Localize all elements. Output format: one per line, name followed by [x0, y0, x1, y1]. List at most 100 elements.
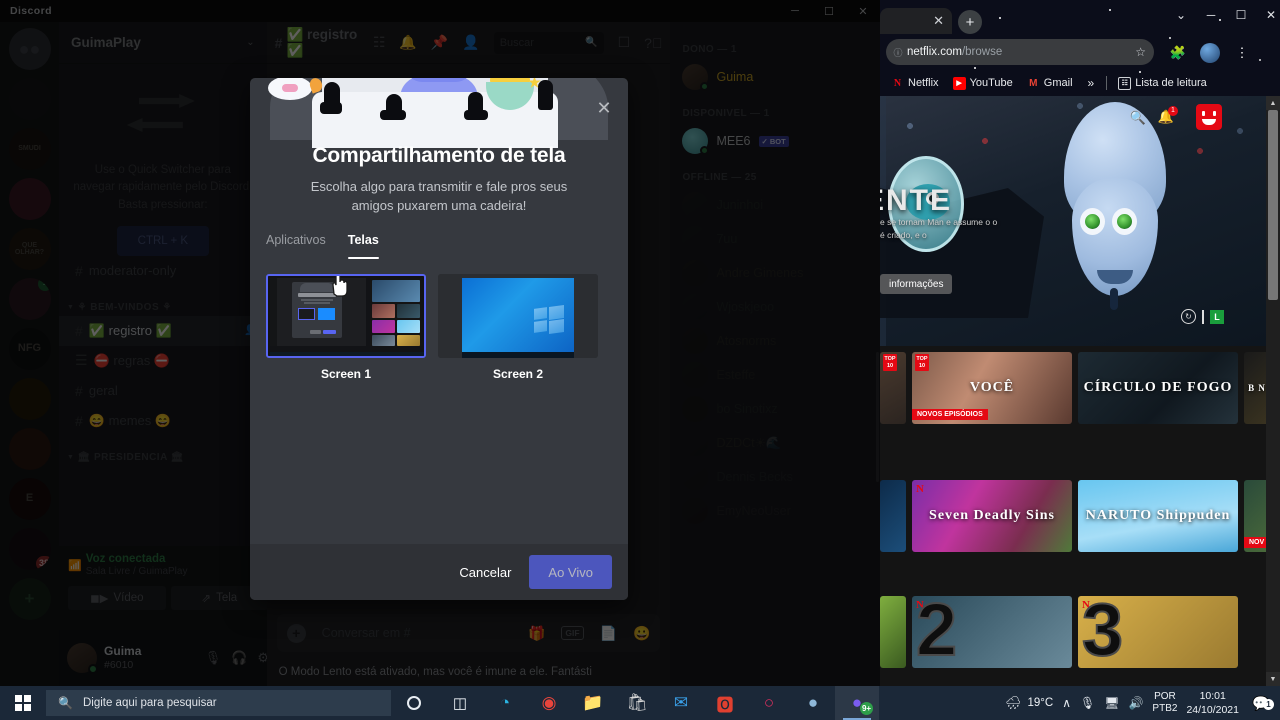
- screen-1-thumbnail[interactable]: [266, 274, 426, 358]
- bookmarks-overflow-icon[interactable]: »: [1080, 76, 1103, 90]
- bookmark-youtube[interactable]: ▶ YouTube: [946, 76, 1020, 90]
- network-icon[interactable]: 🖥: [1104, 696, 1119, 710]
- volume-icon[interactable]: 🔊: [1128, 696, 1143, 710]
- scrollbar-thumb[interactable]: [1268, 110, 1278, 300]
- star-icon[interactable]: ☆: [1135, 45, 1146, 59]
- netflix-title-card[interactable]: TOP 10: [880, 352, 906, 424]
- rain-cloud-icon: 🌧: [1004, 695, 1022, 710]
- lang-line-1: POR: [1154, 690, 1176, 702]
- preview-guild-rail: [270, 278, 277, 346]
- taskbar-discord-icon[interactable]: ● 9+: [835, 686, 879, 720]
- scroll-down-arrow-icon[interactable]: ▼: [1266, 672, 1280, 686]
- megamind-right-eye: [1112, 208, 1137, 235]
- maximize-icon[interactable]: ☐: [1226, 0, 1256, 30]
- bookmark-label: Gmail: [1043, 77, 1073, 89]
- task-view-icon[interactable]: ◫: [437, 694, 483, 712]
- tab-telas[interactable]: Telas: [347, 233, 379, 259]
- preview-taskbar: [462, 352, 574, 358]
- source-screen-1[interactable]: Screen 1: [266, 274, 426, 381]
- netflix-title-card[interactable]: N2: [912, 596, 1072, 668]
- netflix-title-card[interactable]: [880, 596, 906, 668]
- taskbar-file-explorer-icon[interactable]: 📁: [571, 686, 615, 720]
- edge-icon: ◔: [499, 693, 511, 712]
- hero-description: e se tornam Man e assume o o é criado, e…: [880, 217, 998, 241]
- modal-tabs: Aplicativos Telas: [266, 233, 379, 259]
- tab-aplicativos[interactable]: Aplicativos: [266, 233, 326, 254]
- bookmark-netflix[interactable]: N Netflix: [884, 77, 946, 90]
- taskbar-edge-icon[interactable]: ◔: [483, 686, 527, 720]
- netflix-title-card[interactable]: NARUTO Shippuden: [1078, 480, 1238, 552]
- chevron-down-icon[interactable]: ⌄: [1166, 0, 1196, 30]
- microphone-icon[interactable]: 🎙: [1080, 696, 1095, 710]
- scroll-up-arrow-icon[interactable]: ▲: [1266, 96, 1280, 110]
- plus-icon[interactable]: +: [958, 10, 982, 34]
- modal-footer: Cancelar Ao Vivo: [250, 544, 628, 600]
- replay-icon[interactable]: ↻: [1181, 309, 1196, 324]
- temperature: 19°C: [1027, 697, 1054, 709]
- language-indicator[interactable]: POR PTB2: [1152, 691, 1177, 716]
- card-badge: NOVOS EPISÓDIOS: [912, 409, 988, 420]
- netflix-row-ranked: N2N3: [880, 596, 1266, 668]
- clock[interactable]: 10:01 24/10/2021: [1186, 689, 1239, 717]
- chrome-tab-netflix[interactable]: ✕: [880, 8, 952, 34]
- taskbar-microsoft-store-icon[interactable]: 🛍: [615, 686, 659, 720]
- chrome-icon: ◉: [541, 693, 557, 712]
- more-info-button[interactable]: informações: [880, 274, 953, 294]
- netflix-title-card[interactable]: [880, 480, 906, 552]
- minimize-icon[interactable]: ─: [1196, 0, 1226, 30]
- cortana-icon[interactable]: [391, 696, 437, 710]
- lang-line-2: PTB2: [1152, 703, 1178, 714]
- netflix-hero-banner: ENTE e se tornam Man e assume o o é cria…: [880, 96, 1266, 346]
- netflix-scrollbar[interactable]: ▲ ▼: [1266, 96, 1280, 686]
- preview-card: [372, 304, 395, 318]
- cancel-button[interactable]: Cancelar: [459, 565, 511, 580]
- netflix-title-card[interactable]: N Seven Deadly Sins: [912, 480, 1072, 552]
- address-bar-text: netflix.com/browse: [907, 46, 1002, 58]
- close-icon[interactable]: ✕: [592, 96, 616, 120]
- close-icon[interactable]: ✕: [1256, 0, 1280, 30]
- taskbar-opera-icon[interactable]: ○: [747, 686, 791, 720]
- netflix-profile-avatar[interactable]: [1196, 104, 1222, 130]
- preview-taskbar: [270, 352, 424, 356]
- windows-logo-icon: [534, 304, 564, 335]
- bookmarks-bar: N Netflix ▶ YouTube M Gmail » ☷ Lista de…: [880, 70, 1280, 96]
- taskbar-chrome-icon[interactable]: ◉: [527, 686, 571, 720]
- reading-list-button[interactable]: ☷ Lista de leitura: [1111, 76, 1214, 90]
- netflix-title-card[interactable]: NTOP10VOCÊNOVOS EPISÓDIOS: [912, 352, 1072, 424]
- windows-wallpaper: [462, 278, 574, 354]
- address-bar[interactable]: ⓘ netflix.com/browse ☆: [886, 39, 1154, 65]
- preview-card: [372, 335, 395, 346]
- reading-list-icon: ☷: [1118, 76, 1132, 90]
- taskbar-steam-icon[interactable]: ●: [791, 686, 835, 720]
- taskbar-search-input[interactable]: 🔍 Digite aqui para pesquisar: [46, 690, 391, 716]
- megamind-goatee: [1110, 288, 1118, 310]
- close-icon[interactable]: ✕: [933, 13, 944, 29]
- taskbar-office-icon[interactable]: 🅾: [703, 686, 747, 720]
- source-label: Screen 2: [492, 367, 544, 381]
- card-title: VOCÊ: [969, 380, 1015, 395]
- source-screen-2[interactable]: Screen 2: [438, 274, 598, 381]
- site-info-icon[interactable]: ⓘ: [892, 46, 904, 59]
- go-live-button[interactable]: Ao Vivo: [529, 555, 612, 589]
- taskbar-mail-icon[interactable]: ✉: [659, 686, 703, 720]
- screen-2-thumbnail[interactable]: [438, 274, 598, 358]
- kebab-menu-icon[interactable]: ⋮: [1232, 43, 1252, 63]
- search-icon[interactable]: 🔍: [1130, 110, 1146, 126]
- preview-cancel: [310, 330, 321, 334]
- preview-card: [397, 335, 420, 346]
- profile-avatar[interactable]: [1200, 43, 1220, 63]
- puzzle-icon[interactable]: 🧩: [1168, 43, 1188, 63]
- bookmark-gmail[interactable]: M Gmail: [1020, 77, 1080, 90]
- url-host: netflix.com: [907, 46, 962, 58]
- netflix-n-logo-icon: N: [916, 483, 924, 495]
- preview-card: [397, 320, 420, 333]
- office-icon: 🅾: [716, 695, 734, 715]
- action-center-icon[interactable]: 💬 1: [1248, 695, 1274, 712]
- netflix-title-card[interactable]: N3: [1078, 596, 1238, 668]
- windows-start-icon[interactable]: [0, 686, 46, 720]
- preview-thumb-2: [318, 308, 335, 320]
- netflix-title-card[interactable]: CÍRCULO DE FOGO: [1078, 352, 1238, 424]
- weather-widget[interactable]: 🌧 19°C: [1005, 695, 1053, 711]
- chevron-up-icon[interactable]: ∧: [1062, 696, 1071, 710]
- top-10-badge: TOP 10: [883, 354, 897, 371]
